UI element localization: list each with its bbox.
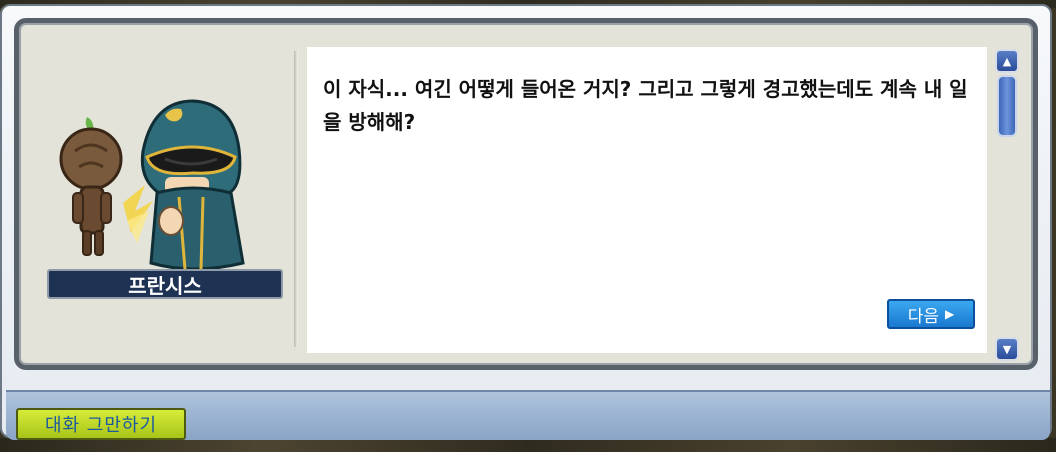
next-button[interactable]: 다음 ▶ xyxy=(887,299,975,329)
hooded-mage-icon xyxy=(140,99,245,271)
magic-sparkle-icon xyxy=(123,185,153,243)
npc-name: 프란시스 xyxy=(128,273,202,298)
end-chat-button[interactable]: 대화 그만하기 xyxy=(16,408,186,440)
npc-name-plate: 프란시스 xyxy=(47,269,283,299)
scroll-down-arrow-icon[interactable]: ▼ xyxy=(995,337,1019,361)
dialog-text: 이 자식... 여긴 어떻게 들어온 거지? 그리고 그렇게 경고했는데도 계속… xyxy=(323,77,968,134)
dialog-text-area: 이 자식... 여긴 어떻게 들어온 거지? 그리고 그렇게 경고했는데도 계속… xyxy=(307,47,987,353)
dialog-frame: 프란시스 이 자식... 여긴 어떻게 들어온 거지? 그리고 그렇게 경고했는… xyxy=(14,18,1038,370)
dialog-scrollbar[interactable]: ▲ ▼ xyxy=(995,49,1019,361)
npc-dialog-window: 프란시스 이 자식... 여긴 어떻게 들어온 거지? 그리고 그렇게 경고했는… xyxy=(0,4,1052,440)
scroll-up-arrow-icon[interactable]: ▲ xyxy=(995,49,1019,73)
next-button-label: 다음 xyxy=(907,306,940,327)
tree-spirit-icon xyxy=(59,117,123,256)
portrait-divider xyxy=(294,51,298,347)
npc-portrait xyxy=(59,99,245,271)
triangle-right-icon: ▶ xyxy=(945,307,955,321)
dialog-footer: 대화 그만하기 xyxy=(6,390,1050,440)
scroll-thumb[interactable] xyxy=(997,75,1017,137)
end-chat-label: 대화 그만하기 xyxy=(44,415,158,436)
background-bottom xyxy=(0,438,1056,452)
